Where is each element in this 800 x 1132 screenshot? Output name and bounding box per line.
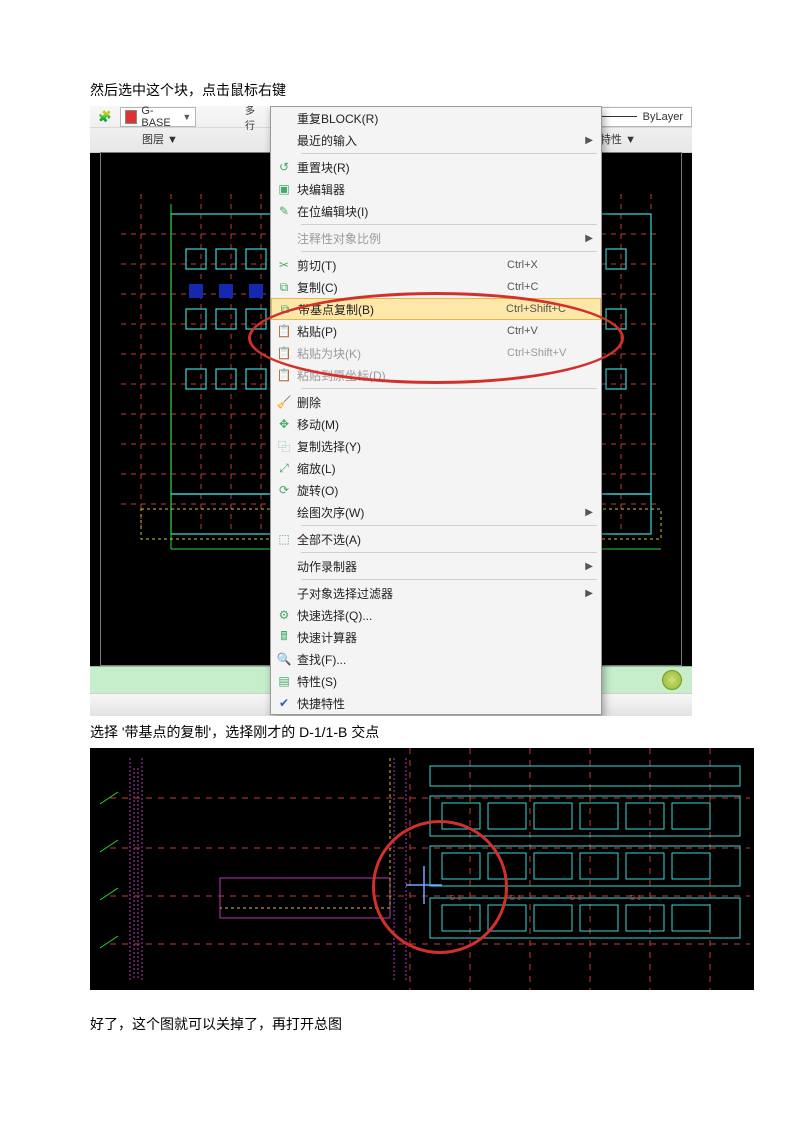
delete-icon: 🧹 [271, 391, 297, 413]
bylayer-text: ByLayer [643, 111, 683, 123]
edit-in-place-icon: ✎ [271, 200, 297, 222]
menu-annot-scale[interactable]: 注释性对象比例▶ [271, 227, 601, 249]
quick-select-icon: ⚙ [271, 604, 297, 626]
menu-reset-block[interactable]: ↺重置块(R) [271, 156, 601, 178]
scale-icon: ⤢ [271, 457, 297, 479]
menu-quick-select[interactable]: ⚙快速选择(Q)... [271, 604, 601, 626]
menu-rotate[interactable]: ⟳旋转(O) [271, 479, 601, 501]
copy-sel-icon: ⿻ [271, 435, 297, 457]
svg-text:D-1: D-1 [510, 895, 521, 902]
menu-copy-with-base[interactable]: ⧉带基点复制(B)Ctrl+Shift+C [271, 298, 601, 320]
check-icon: ✔ [271, 692, 297, 714]
deselect-icon: ⬚ [271, 528, 297, 550]
calc-icon: 🖩 [271, 626, 297, 648]
layer-combo-text: G-BASE [141, 106, 178, 129]
menu-copy-selection[interactable]: ⿻复制选择(Y) [271, 435, 601, 457]
copy-base-icon: ⧉ [272, 298, 298, 320]
menu-deselect-all[interactable]: ⬚全部不选(A) [271, 528, 601, 550]
paste-orig-icon: 📋 [271, 364, 297, 386]
menu-quick-properties[interactable]: ✔快捷特性 [271, 692, 601, 714]
reset-icon: ↺ [271, 156, 297, 178]
menu-scale[interactable]: ⤢缩放(L) [271, 457, 601, 479]
menu-subobj-filter[interactable]: 子对象选择过滤器▶ [271, 582, 601, 604]
screenshot-2: D-1 D-1 D-1 D-1 [90, 748, 754, 990]
menu-draw-order[interactable]: 绘图次序(W)▶ [271, 501, 601, 523]
menu-copy[interactable]: ⧉复制(C)Ctrl+C [271, 276, 601, 298]
screenshot-1: 🧩 G-BASE ▼ 多行 文字 ▼ ▦ 表格 插入 ▼ ✎ 编辑属性 [90, 106, 692, 716]
menu-paste-orig[interactable]: 📋粘贴到原坐标(D) [271, 364, 601, 386]
menu-find[interactable]: 🔍查找(F)... [271, 648, 601, 670]
cut-icon: ✂ [271, 254, 297, 276]
layer-icon[interactable]: 🧩 [94, 108, 116, 126]
find-icon: 🔍 [271, 648, 297, 670]
menu-move[interactable]: ✥移动(M) [271, 413, 601, 435]
context-menu: 重复BLOCK(R) 最近的输入▶ ↺重置块(R) ▣块编辑器 ✎在位编辑块(I… [270, 106, 602, 715]
paragraph-2: 选择 '带基点的复制'，选择刚才的 D-1/1-B 交点 [90, 722, 710, 742]
rotate-icon: ⟳ [271, 479, 297, 501]
layer-combo[interactable]: G-BASE ▼ [120, 107, 197, 127]
paragraph-3: 好了，这个图就可以关掉了，再打开总图 [90, 1014, 710, 1034]
paste-icon: 📋 [271, 320, 297, 342]
menu-paste-as-block[interactable]: 📋粘贴为块(K)Ctrl+Shift+V [271, 342, 601, 364]
paste-block-icon: 📋 [271, 342, 297, 364]
gear-icon[interactable] [662, 670, 682, 690]
menu-quick-calc[interactable]: 🖩快速计算器 [271, 626, 601, 648]
menu-recent-input[interactable]: 最近的输入▶ [271, 129, 601, 151]
menu-block-editor[interactable]: ▣块编辑器 [271, 178, 601, 200]
menu-delete[interactable]: 🧹删除 [271, 391, 601, 413]
svg-text:D-1: D-1 [630, 895, 641, 902]
svg-text:D-1: D-1 [570, 895, 581, 902]
block-editor-icon: ▣ [271, 178, 297, 200]
props-panel-label[interactable]: 特性 ▼ [596, 130, 640, 148]
menu-repeat-block[interactable]: 重复BLOCK(R) [271, 107, 601, 129]
menu-paste[interactable]: 📋粘贴(P)Ctrl+V [271, 320, 601, 342]
svg-text:D-1: D-1 [450, 895, 461, 902]
move-icon: ✥ [271, 413, 297, 435]
paragraph-1: 然后选中这个块，点击鼠标右键 [90, 80, 710, 100]
layer-panel-label[interactable]: 图层 ▼ [138, 130, 182, 148]
props-icon: ▤ [271, 670, 297, 692]
copy-icon: ⧉ [271, 276, 297, 298]
menu-edit-in-place[interactable]: ✎在位编辑块(I) [271, 200, 601, 222]
menu-action-recorder[interactable]: 动作录制器▶ [271, 555, 601, 577]
menu-properties[interactable]: ▤特性(S) [271, 670, 601, 692]
menu-cut[interactable]: ✂剪切(T)Ctrl+X [271, 254, 601, 276]
multiline-label: 多行 [241, 108, 267, 126]
